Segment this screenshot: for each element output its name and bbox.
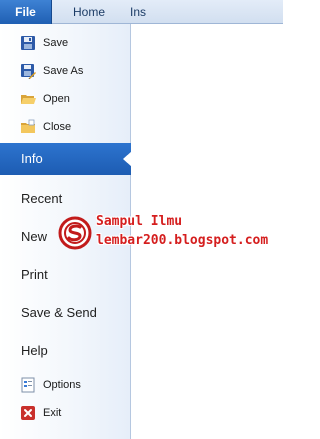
exit-icon (21, 406, 35, 420)
section-save-and-send-label: Save & Send (21, 304, 97, 320)
section-print[interactable]: Print (0, 258, 131, 290)
section-help[interactable]: Help (0, 334, 131, 366)
exit-command[interactable]: Exit (0, 400, 131, 426)
save-as-command[interactable]: Save As (0, 58, 131, 84)
info-selection-pointer (123, 151, 132, 167)
section-help-label: Help (21, 342, 48, 358)
section-save-and-send[interactable]: Save & Send (0, 296, 131, 328)
close-folder-icon (21, 119, 35, 133)
section-info[interactable]: Info (0, 143, 131, 175)
close-command[interactable]: Close (0, 114, 131, 140)
options-label: Options (43, 379, 81, 391)
open-folder-icon (21, 95, 36, 104)
ribbon-tab-strip: File Home Ins (0, 0, 283, 24)
tab-file[interactable]: File (0, 0, 52, 24)
options-icon (21, 377, 35, 393)
watermark-logo-icon (58, 216, 92, 250)
watermark-title: Sampul Ilmu (96, 214, 183, 229)
section-recent[interactable]: Recent (0, 182, 131, 214)
options-command[interactable]: Options (0, 372, 131, 398)
exit-label: Exit (43, 407, 62, 419)
save-icon (21, 36, 35, 50)
close-label: Close (43, 121, 72, 133)
save-as-label: Save As (43, 65, 84, 77)
open-command[interactable]: Open (0, 86, 131, 112)
watermark-url: lembar200.blogspot.com (96, 233, 269, 248)
section-print-label: Print (21, 266, 48, 282)
section-new-label: New (21, 228, 48, 244)
section-recent-label: Recent (21, 190, 63, 206)
save-label: Save (43, 37, 69, 49)
save-command[interactable]: Save (0, 30, 131, 56)
tab-home[interactable]: Home (60, 0, 118, 24)
section-info-label: Info (21, 151, 43, 166)
tab-insert[interactable]: Ins (130, 0, 170, 24)
open-label: Open (43, 93, 70, 105)
save-as-icon (21, 64, 36, 79)
